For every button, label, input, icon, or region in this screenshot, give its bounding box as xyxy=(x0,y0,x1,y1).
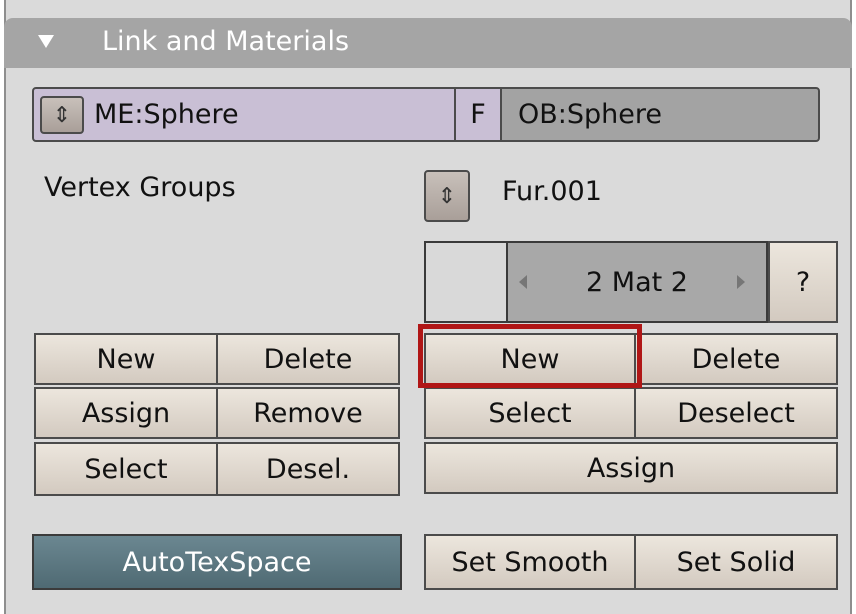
material-index-label: 2 Mat 2 xyxy=(586,266,688,298)
vg-assign-label: Assign xyxy=(81,397,171,429)
fake-user-button[interactable]: F xyxy=(454,87,502,142)
autotexspace-toggle[interactable]: AutoTexSpace xyxy=(32,534,402,590)
material-delete-button[interactable]: Delete xyxy=(634,333,838,385)
material-index-prev-icon[interactable] xyxy=(519,275,527,289)
fake-user-label: F xyxy=(470,99,486,130)
vertex-group-assign-button[interactable]: Assign xyxy=(34,387,218,439)
mesh-datablock-field[interactable]: ME:Sphere xyxy=(32,87,456,142)
mat-delete-label: Delete xyxy=(691,343,781,375)
material-help-label: ? xyxy=(795,266,811,298)
object-name-field[interactable]: OB:Sphere xyxy=(500,87,820,142)
vg-delete-label: Delete xyxy=(263,343,353,375)
set-smooth-button[interactable]: Set Smooth xyxy=(424,534,636,590)
material-deselect-button[interactable]: Deselect xyxy=(634,387,838,439)
vg-deselect-label: Desel. xyxy=(265,453,351,485)
panel-title: Link and Materials xyxy=(102,26,350,57)
panel-header[interactable]: Link and Materials xyxy=(4,18,852,68)
autotexspace-label: AutoTexSpace xyxy=(122,546,312,578)
set-solid-button[interactable]: Set Solid xyxy=(634,534,838,590)
vertex-group-deselect-button[interactable]: Desel. xyxy=(216,442,400,496)
set-smooth-label: Set Smooth xyxy=(451,546,609,578)
vg-new-label: New xyxy=(96,343,156,375)
material-index-slider[interactable]: 2 Mat 2 xyxy=(506,241,768,323)
mesh-name: ME:Sphere xyxy=(94,99,239,130)
highlight-box xyxy=(418,324,642,388)
set-solid-label: Set Solid xyxy=(676,546,796,578)
material-browse-updown-icon[interactable]: ⇕ xyxy=(424,170,470,222)
vertex-groups-label: Vertex Groups xyxy=(44,172,236,203)
material-color-swatch[interactable] xyxy=(424,241,506,323)
vertex-group-remove-button[interactable]: Remove xyxy=(216,387,400,439)
object-name: OB:Sphere xyxy=(518,99,662,130)
material-name: Fur.001 xyxy=(502,176,602,207)
vertex-group-new-button[interactable]: New xyxy=(34,333,218,385)
vertex-group-select-button[interactable]: Select xyxy=(34,442,218,496)
mat-select-label: Select xyxy=(488,397,572,429)
vg-select-label: Select xyxy=(84,453,168,485)
mat-assign-label: Assign xyxy=(586,452,676,484)
collapse-triangle-icon[interactable] xyxy=(38,35,54,48)
material-help-button[interactable]: ? xyxy=(768,241,838,323)
material-assign-button[interactable]: Assign xyxy=(424,442,838,494)
vg-remove-label: Remove xyxy=(253,397,363,429)
material-index-next-icon[interactable] xyxy=(737,275,745,289)
vertex-group-delete-button[interactable]: Delete xyxy=(216,333,400,385)
mesh-browse-updown-icon[interactable]: ⇕ xyxy=(40,96,84,134)
mat-deselect-label: Deselect xyxy=(677,397,795,429)
material-select-button[interactable]: Select xyxy=(424,387,636,439)
